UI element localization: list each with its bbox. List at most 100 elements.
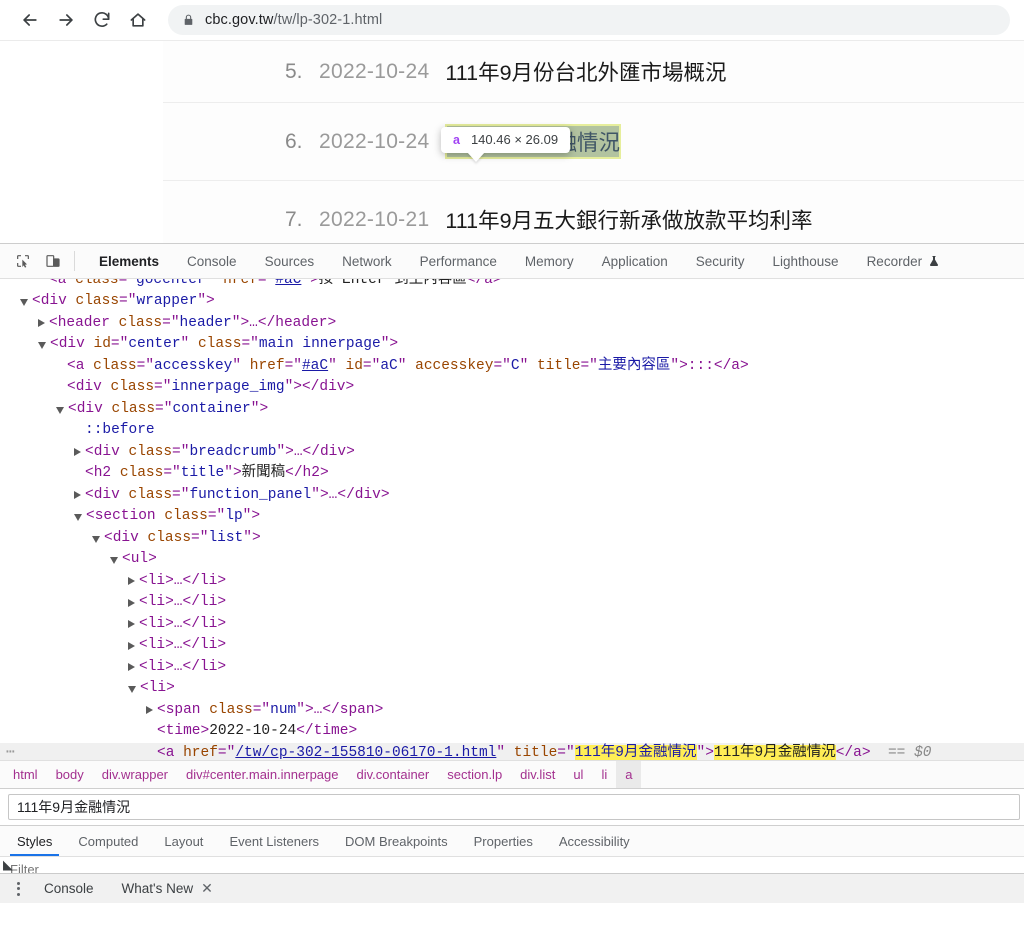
- chevron-down-icon[interactable]: [38, 342, 46, 349]
- text-content-edit-field[interactable]: 111年9月金融情況: [8, 794, 1020, 820]
- chevron-right-icon[interactable]: [128, 663, 135, 671]
- chevron-right-icon[interactable]: [128, 620, 135, 628]
- code-token: title: [537, 358, 581, 374]
- dom-line[interactable]: <div id="center" class="main innerpage">: [0, 334, 1024, 356]
- crumb-section-lp[interactable]: section.lp: [438, 761, 511, 788]
- tab-console[interactable]: Console: [173, 244, 251, 278]
- dom-line[interactable]: <li>…</li>: [0, 657, 1024, 679]
- chevron-down-icon[interactable]: [20, 299, 28, 306]
- dom-line-code: <div class="list">: [104, 528, 261, 550]
- dom-tree[interactable]: <a class="gocenter" href="#aC">按 Enter 到…: [0, 279, 1024, 760]
- list-item-title-link[interactable]: 111年9月份台北外匯市場概況: [445, 56, 726, 87]
- chevron-right-icon[interactable]: [128, 599, 135, 607]
- dom-line[interactable]: <div class="function_panel">…</div>: [0, 485, 1024, 507]
- dom-line[interactable]: ::before: [0, 420, 1024, 442]
- dom-line[interactable]: <div class="innerpage_img"></div>: [0, 377, 1024, 399]
- more-options-icon[interactable]: ⋯: [6, 743, 16, 761]
- dom-line[interactable]: <li>: [0, 678, 1024, 700]
- list-item[interactable]: 5. 2022-10-24 111年9月份台北外匯市場概況: [163, 41, 1024, 103]
- code-token: ">: [697, 745, 714, 761]
- chevron-right-icon[interactable]: [128, 577, 135, 585]
- chevron-down-icon[interactable]: [128, 686, 136, 693]
- code-token: <a: [49, 279, 75, 288]
- address-bar[interactable]: cbc.gov.tw/tw/lp-302-1.html: [168, 5, 1010, 35]
- dom-line[interactable]: <div class="container">: [0, 399, 1024, 421]
- drawer-more-options-icon[interactable]: [6, 882, 30, 896]
- chevron-down-icon[interactable]: [74, 514, 82, 521]
- tab-network[interactable]: Network: [328, 244, 406, 278]
- tab-recorder[interactable]: Recorder: [853, 244, 955, 278]
- tab-application[interactable]: Application: [588, 244, 682, 278]
- code-token: class: [112, 401, 156, 417]
- tab-layout[interactable]: Layout: [151, 826, 216, 856]
- dom-line[interactable]: <a class="accesskey" href="#aC" id="aC" …: [0, 356, 1024, 378]
- chevron-right-icon[interactable]: [74, 491, 81, 499]
- tab-sources[interactable]: Sources: [251, 244, 329, 278]
- dom-line[interactable]: <div class="list">: [0, 528, 1024, 550]
- list-item[interactable]: 7. 2022-10-21 111年9月五大銀行新承做放款平均利率: [163, 181, 1024, 243]
- crumb-ul[interactable]: ul: [564, 761, 592, 788]
- code-token: #aC: [302, 358, 328, 374]
- tab-dom-breakpoints[interactable]: DOM Breakpoints: [332, 826, 461, 856]
- crumb-html[interactable]: html: [4, 761, 47, 788]
- dom-line[interactable]: <header class="header">…</header>: [0, 313, 1024, 335]
- dom-line-clipped[interactable]: <a class="gocenter" href="#aC">按 Enter 到…: [0, 279, 1024, 291]
- code-token: class: [119, 315, 163, 331]
- crumb-div-list[interactable]: div.list: [511, 761, 564, 788]
- code-token: =": [258, 279, 275, 288]
- tab-computed[interactable]: Computed: [65, 826, 151, 856]
- chevron-right-icon[interactable]: [74, 448, 81, 456]
- tab-memory[interactable]: Memory: [511, 244, 588, 278]
- chevron-down-icon[interactable]: [92, 536, 100, 543]
- home-icon[interactable]: [122, 4, 154, 36]
- dom-line[interactable]: <li>…</li>: [0, 571, 1024, 593]
- browser-toolbar: cbc.gov.tw/tw/lp-302-1.html: [0, 0, 1024, 40]
- code-token: class: [129, 487, 173, 503]
- tab-elements[interactable]: Elements: [85, 244, 173, 278]
- tab-accessibility[interactable]: Accessibility: [546, 826, 643, 856]
- crumb-li[interactable]: li: [592, 761, 616, 788]
- inspect-element-icon[interactable]: [8, 244, 38, 278]
- tab-security[interactable]: Security: [682, 244, 759, 278]
- drawer-tab-whats-new[interactable]: What's New ✕: [108, 874, 227, 903]
- code-token: 按 Enter 到主內容區: [319, 279, 467, 288]
- crumb-body[interactable]: body: [47, 761, 93, 788]
- dom-line-code: <li>…</li>: [139, 635, 226, 657]
- chevron-down-icon[interactable]: [110, 557, 118, 564]
- drawer-tab-console[interactable]: Console: [30, 874, 108, 903]
- chevron-down-icon[interactable]: [56, 407, 64, 414]
- crumb-div-container[interactable]: div.container: [348, 761, 439, 788]
- forward-arrow-icon[interactable]: [50, 4, 82, 36]
- code-token: class: [209, 702, 253, 718]
- dom-line[interactable]: <ul>: [0, 549, 1024, 571]
- dom-line-selected[interactable]: ⋯ <a href="/tw/cp-302-155810-06170-1.htm…: [0, 743, 1024, 761]
- device-toolbar-icon[interactable]: [38, 244, 68, 278]
- list-item[interactable]: 6. 2022-10-24 111年9月金融情況: [163, 103, 1024, 181]
- code-token: class: [129, 444, 173, 460]
- chevron-right-icon[interactable]: [38, 319, 45, 327]
- tab-styles[interactable]: Styles: [4, 826, 65, 856]
- dom-line[interactable]: <h2 class="title">新聞稿</h2>: [0, 463, 1024, 485]
- code-token: ">: [381, 336, 398, 352]
- crumb-div-center[interactable]: div#center.main.innerpage: [177, 761, 348, 788]
- dom-line[interactable]: <time>2022-10-24</time>: [0, 721, 1024, 743]
- dom-line[interactable]: <div class="wrapper">: [0, 291, 1024, 313]
- tab-performance[interactable]: Performance: [406, 244, 511, 278]
- dom-line[interactable]: <div class="breadcrumb">…</div>: [0, 442, 1024, 464]
- tab-lighthouse[interactable]: Lighthouse: [759, 244, 853, 278]
- dom-line[interactable]: <li>…</li>: [0, 614, 1024, 636]
- tab-properties[interactable]: Properties: [461, 826, 546, 856]
- list-item-title-link[interactable]: 111年9月五大銀行新承做放款平均利率: [445, 204, 812, 235]
- reload-icon[interactable]: [86, 4, 118, 36]
- back-arrow-icon[interactable]: [14, 4, 46, 36]
- chevron-right-icon[interactable]: [146, 706, 153, 714]
- tab-event-listeners[interactable]: Event Listeners: [216, 826, 332, 856]
- dom-line[interactable]: <li>…</li>: [0, 592, 1024, 614]
- chevron-right-icon[interactable]: [128, 642, 135, 650]
- crumb-a[interactable]: a: [616, 761, 641, 788]
- dom-line[interactable]: <li>…</li>: [0, 635, 1024, 657]
- crumb-div-wrapper[interactable]: div.wrapper: [93, 761, 177, 788]
- close-icon[interactable]: ✕: [201, 880, 213, 897]
- dom-line[interactable]: <span class="num">…</span>: [0, 700, 1024, 722]
- dom-line[interactable]: <section class="lp">: [0, 506, 1024, 528]
